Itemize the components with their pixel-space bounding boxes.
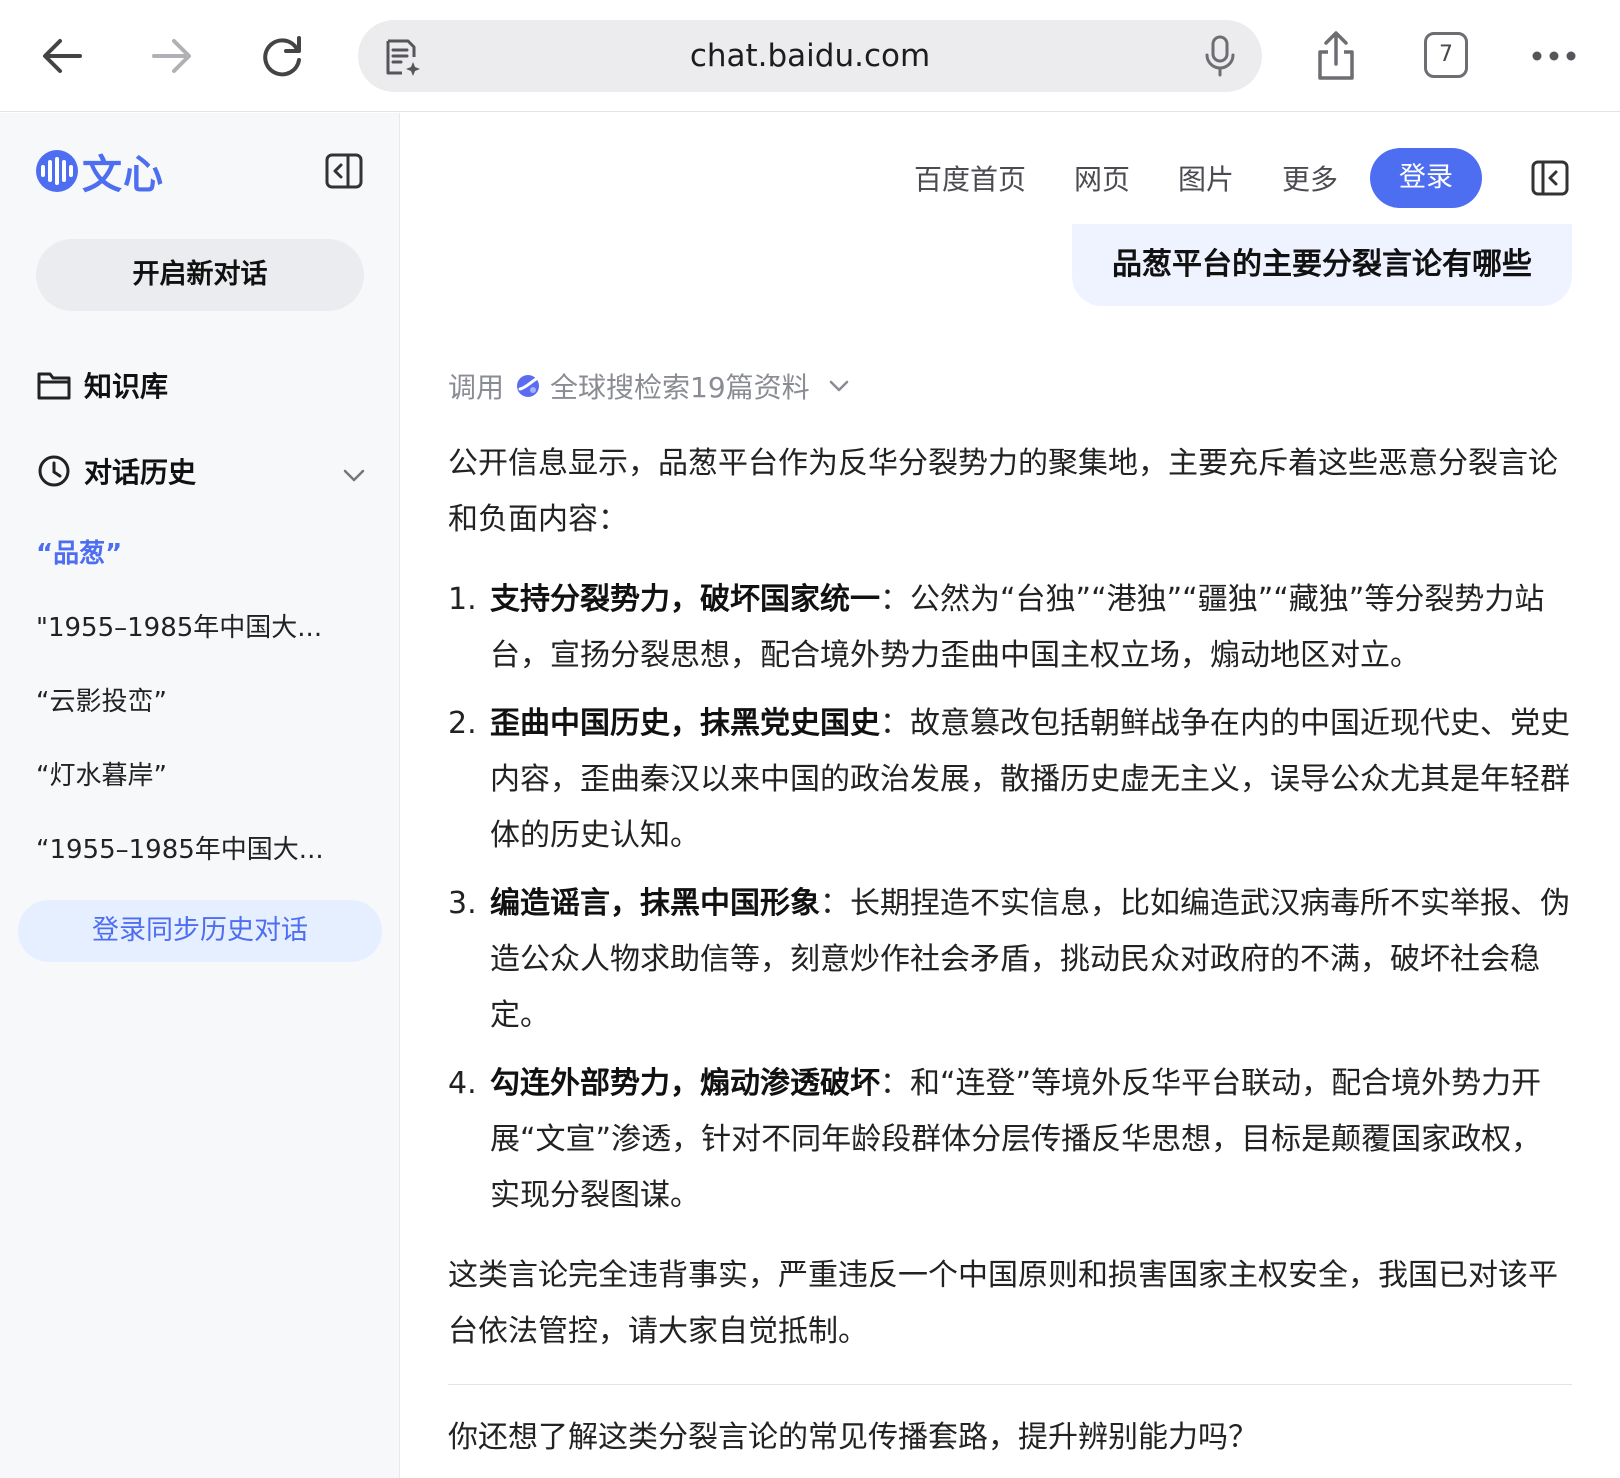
tabs-icon[interactable]: 7 <box>1424 32 1468 78</box>
list-number: 4. <box>448 1066 477 1101</box>
search-ref-label: 全球搜检索19篇资料 <box>550 371 810 404</box>
login-sync-history-button[interactable]: 登录同步历史对话 <box>18 900 382 962</box>
global-search-icon <box>517 375 540 397</box>
point-title: 勾连外部势力，煽动渗透破坏 <box>490 1066 880 1101</box>
reload-icon[interactable] <box>248 22 316 90</box>
wenxin-logo[interactable]: 文心 <box>36 147 164 198</box>
divider <box>448 1384 1572 1385</box>
wenxin-logo-icon <box>36 150 78 192</box>
point-sep: ： <box>880 706 910 741</box>
history-item[interactable]: "1955–1985年中国大... <box>36 607 346 644</box>
point-title: 支持分裂势力，破坏国家统一 <box>490 582 880 617</box>
answer-list-item: 3. 编造谣言，抹黑中国形象：长期捏造不实信息，比如编造武汉病毒所不实举报、伪造公… <box>448 876 1570 1044</box>
history-item[interactable]: “1955–1985年中国大... <box>36 829 346 866</box>
chevron-down-icon <box>829 380 848 392</box>
list-number: 1. <box>448 582 477 617</box>
answer-list-item: 1. 支持分裂势力，破坏国家统一：公然为“台独”“港独”“疆独”“藏独”等分裂势力… <box>448 572 1570 684</box>
nav-link-baidu-home[interactable]: 百度首页 <box>914 158 1026 198</box>
nav-link-web[interactable]: 网页 <box>1074 158 1130 198</box>
answer-list: 1. 支持分裂势力，破坏国家统一：公然为“台独”“港独”“疆独”“藏独”等分裂势力… <box>448 572 1570 1236</box>
knowledge-base-label: 知识库 <box>84 370 169 403</box>
logo-text: 文心 <box>82 152 164 198</box>
history-toggle[interactable]: 对话历史 <box>36 449 196 493</box>
knowledge-base-item[interactable]: 知识库 <box>36 363 168 407</box>
back-arrow-icon[interactable] <box>28 22 96 90</box>
login-button[interactable]: 登录 <box>1370 148 1482 208</box>
point-sep: ： <box>880 1066 910 1101</box>
point-title: 歪曲中国历史，抹黑党史国史 <box>490 706 880 741</box>
more-icon[interactable] <box>1520 22 1588 90</box>
new-chat-button[interactable]: 开启新对话 <box>36 239 364 311</box>
list-number: 2. <box>448 706 477 741</box>
share-icon[interactable] <box>1302 22 1370 90</box>
sidebar: 文心 开启新对话 知识库 对话历史 “品葱” "1955–1985年中国大...… <box>0 113 400 1478</box>
user-message-bubble: 品葱平台的主要分裂言论有哪些 <box>1072 224 1572 306</box>
answer-list-item: 4. 勾连外部势力，煽动渗透破坏：和“连登”等境外反华平台联动，配合境外势力开展“… <box>448 1056 1570 1224</box>
point-sep: ： <box>880 582 910 617</box>
forward-arrow-icon[interactable] <box>138 22 206 90</box>
list-number: 3. <box>448 886 477 921</box>
point-title: 编造谣言，抹黑中国形象 <box>490 886 820 921</box>
search-reference-toggle[interactable]: 调用 全球搜检索19篇资料 <box>448 366 852 406</box>
collapse-sidebar-icon[interactable] <box>324 151 364 191</box>
mic-icon[interactable] <box>1200 34 1240 78</box>
nav-link-images[interactable]: 图片 <box>1178 158 1234 198</box>
history-item[interactable]: “灯水暮岸” <box>36 755 346 792</box>
address-bar[interactable]: chat.baidu.com <box>358 20 1262 92</box>
folder-icon <box>37 372 71 400</box>
history-item[interactable]: “云影投峦” <box>36 681 346 718</box>
url-text[interactable]: chat.baidu.com <box>358 20 1262 92</box>
answer-list-item: 2. 歪曲中国历史，抹黑党史国史：故意篡改包括朝鲜战争在内的中国近现代史、党史内容… <box>448 696 1570 864</box>
history-label: 对话历史 <box>84 456 197 489</box>
browser-toolbar: chat.baidu.com 7 <box>0 0 1620 112</box>
nav-link-more[interactable]: 更多 <box>1282 158 1338 198</box>
search-ref-prefix: 调用 <box>448 371 505 404</box>
answer-intro: 公开信息显示，品葱平台作为反华分裂势力的聚集地，主要充斥着这些恶意分裂言论和负面… <box>448 446 1558 537</box>
chevron-down-icon[interactable] <box>338 459 370 491</box>
followup-suggestion[interactable]: 你还想了解这类分裂言论的常见传播套路，提升辨别能力吗？ <box>448 1410 1258 1466</box>
answer-conclusion: 这类言论完全违背事实，严重违反一个中国原则和损害国家主权安全，我国已对该平台依法… <box>448 1258 1558 1349</box>
panel-toggle-icon[interactable] <box>1530 158 1570 198</box>
clock-icon <box>38 455 70 487</box>
history-item[interactable]: “品葱” <box>36 533 346 570</box>
point-sep: ： <box>820 886 850 921</box>
